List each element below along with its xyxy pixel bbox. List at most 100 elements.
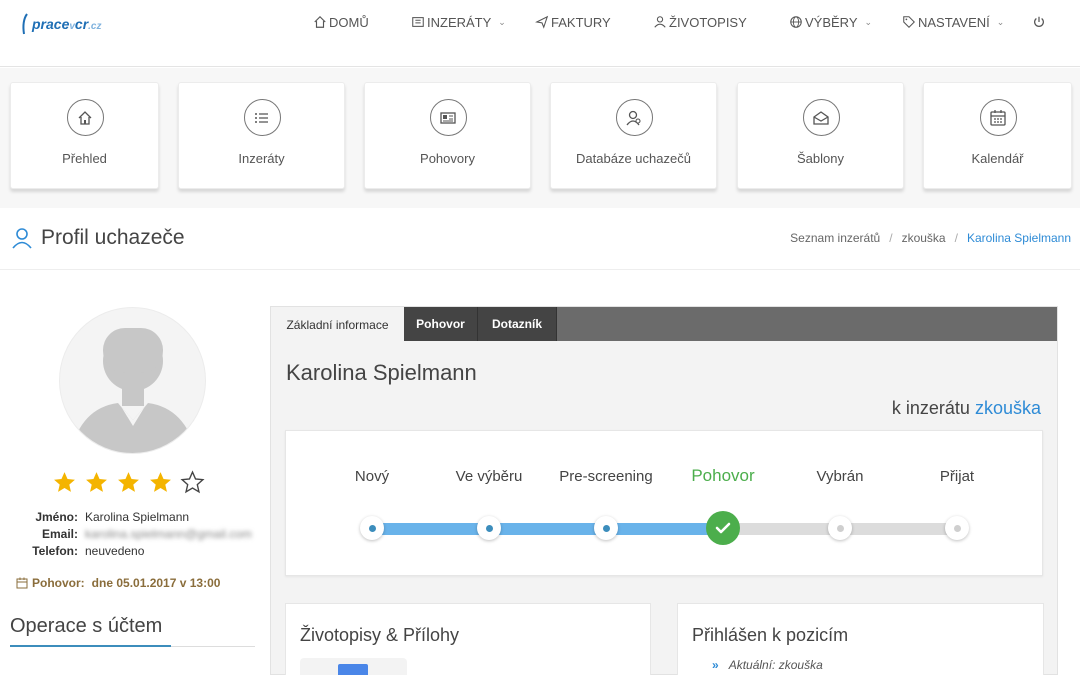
stage-done-dot[interactable]	[594, 516, 618, 540]
tile-templates[interactable]: Šablony	[737, 82, 904, 189]
home-icon	[314, 15, 326, 28]
breadcrumb-item[interactable]: zkouška	[902, 231, 946, 245]
top-navbar: pracevcr.cz DOMŮ INZERÁTY ⌄ FAKTURY ŽIVOT…	[0, 0, 1080, 67]
stage-label: Nový	[354, 468, 390, 485]
tag-icon	[903, 16, 915, 28]
calendar-icon	[979, 99, 1017, 136]
stage-label: Ve výběru	[455, 468, 523, 485]
stage-current-check-icon[interactable]	[706, 511, 740, 545]
stage-label: Pre-screening	[559, 468, 653, 485]
nav-ads-label: INZERÁTY	[427, 14, 492, 30]
tab-questionnaire[interactable]: Dotazník	[478, 307, 557, 341]
logo-mark-icon	[22, 13, 28, 35]
star-filled-icon[interactable]	[148, 470, 173, 495]
tab-bar: Základní informace Pohovor Dotazník	[271, 307, 1057, 343]
star-filled-icon[interactable]	[52, 470, 77, 495]
info-row-email: Email: karolina.spielmann@gmail.com	[0, 525, 270, 542]
chevron-down-icon: ⌄	[996, 16, 1005, 27]
info-row-phone: Telefon: neuvedeno	[0, 542, 270, 559]
nav-settings-label: NASTAVENÍ	[918, 14, 990, 30]
nav-selections-label: VÝBĚRY	[805, 14, 858, 30]
nav-invoices[interactable]: FAKTURY	[535, 13, 611, 31]
tile-label: Pohovory	[420, 151, 475, 166]
avatar	[59, 307, 206, 454]
list-item[interactable]: » Aktuální: zkouška	[712, 658, 823, 672]
tab-label: Pohovor	[416, 317, 465, 331]
nav-cvs-label: ŽIVOTOPISY	[669, 14, 747, 30]
quick-tiles-area	[0, 68, 1080, 208]
tab-basic-info[interactable]: Základní informace	[271, 307, 404, 343]
tile-interviews[interactable]: Pohovory	[364, 82, 531, 189]
home-icon	[66, 99, 104, 136]
nav-selections[interactable]: VÝBĚRY ⌄	[789, 13, 872, 31]
stage-label: Vybrán	[816, 468, 864, 485]
star-empty-icon[interactable]	[180, 470, 205, 495]
nav-home-label: DOMŮ	[329, 14, 369, 30]
nav-invoices-label: FAKTURY	[551, 14, 611, 30]
chevron-down-icon: ⌄	[498, 16, 506, 27]
tile-calendar[interactable]: Kalendář	[923, 82, 1072, 189]
tile-ads[interactable]: Inzeráty	[178, 82, 345, 189]
document-icon	[338, 664, 368, 675]
breadcrumb-separator: /	[954, 231, 958, 245]
logo-text: pracevcr.cz	[32, 16, 102, 32]
globe-icon	[790, 16, 802, 28]
breadcrumb-item[interactable]: Seznam inzerátů	[790, 231, 880, 245]
star-filled-icon[interactable]	[116, 470, 141, 495]
chevron-down-icon: ⌄	[864, 16, 873, 27]
nav-cvs[interactable]: ŽIVOTOPISY	[653, 13, 747, 31]
account-operations-title: Operace s účtem	[10, 615, 163, 637]
stage-label: Pohovor	[691, 466, 755, 485]
page-title-text: Profil uchazeče	[41, 226, 185, 249]
account-operations-divider	[10, 645, 255, 647]
rating-stars[interactable]	[52, 470, 205, 495]
user-search-icon	[615, 99, 653, 136]
interview-date: Pohovor: dne 05.01.2017 v 13:00	[16, 576, 220, 590]
stage-done-dot[interactable]	[477, 516, 501, 540]
logout-button[interactable]	[1032, 13, 1046, 31]
candidate-name-value: Karolina Spielmann	[85, 509, 190, 524]
document-thumbnail[interactable]	[300, 658, 407, 675]
progress-track-done	[372, 523, 723, 535]
candidate-name-heading: Karolina Spielmann	[286, 360, 477, 385]
list-icon	[243, 99, 281, 136]
stage-label: Přijat	[939, 468, 975, 485]
tile-overview[interactable]: Přehled	[10, 82, 159, 189]
newspaper-icon	[412, 17, 424, 27]
user-icon	[654, 16, 666, 28]
power-icon	[1034, 16, 1044, 27]
newspaper-icon	[429, 99, 467, 136]
candidate-email-value[interactable]: karolina.spielmann@gmail.com	[85, 527, 252, 541]
user-icon	[12, 228, 32, 249]
tab-label: Základní informace	[286, 318, 389, 332]
person-silhouette-icon	[70, 328, 197, 453]
stage-progress: Nový Ve výběru Pre-screening Pohovor Vybrán P…	[285, 430, 1043, 576]
breadcrumb: Seznam inzerátů / zkouška / Karolina Spi…	[790, 231, 1071, 245]
cv-attachments-card: Životopisy & Přílohy	[285, 603, 651, 675]
tile-label: Kalendář	[971, 151, 1024, 166]
card-title: Přihlášen k pozicím	[692, 625, 849, 645]
logo[interactable]: pracevcr.cz	[20, 12, 102, 36]
tile-candidate-database[interactable]: Databáze uchazečů	[550, 82, 717, 189]
for-ad-line: k inzerátu zkouška	[892, 398, 1041, 419]
breadcrumb-separator: /	[889, 231, 893, 245]
nav-ads[interactable]: INZERÁTY ⌄	[411, 13, 506, 31]
calendar-icon	[16, 577, 28, 589]
position-label: Aktuální: zkouška	[728, 658, 823, 672]
stage-done-dot[interactable]	[360, 516, 384, 540]
tab-interview[interactable]: Pohovor	[404, 307, 478, 341]
page-header: Profil uchazeče Seznam inzerátů / zkoušk…	[0, 208, 1080, 270]
nav-home[interactable]: DOMŮ	[313, 13, 369, 31]
ad-link[interactable]: zkouška	[975, 398, 1041, 418]
nav-settings[interactable]: NASTAVENÍ ⌄	[902, 13, 1004, 31]
breadcrumb-item-active: Karolina Spielmann	[966, 231, 1071, 245]
tile-label: Přehled	[62, 151, 107, 166]
info-label: Email:	[41, 526, 78, 541]
star-filled-icon[interactable]	[84, 470, 109, 495]
info-label: Jméno:	[35, 509, 78, 524]
stage-pending-dot[interactable]	[945, 516, 969, 540]
info-label: Telefon:	[32, 543, 78, 558]
card-title: Životopisy & Přílohy	[300, 625, 460, 645]
stage-pending-dot[interactable]	[828, 516, 852, 540]
for-ad-prefix: k inzerátu	[891, 398, 970, 418]
